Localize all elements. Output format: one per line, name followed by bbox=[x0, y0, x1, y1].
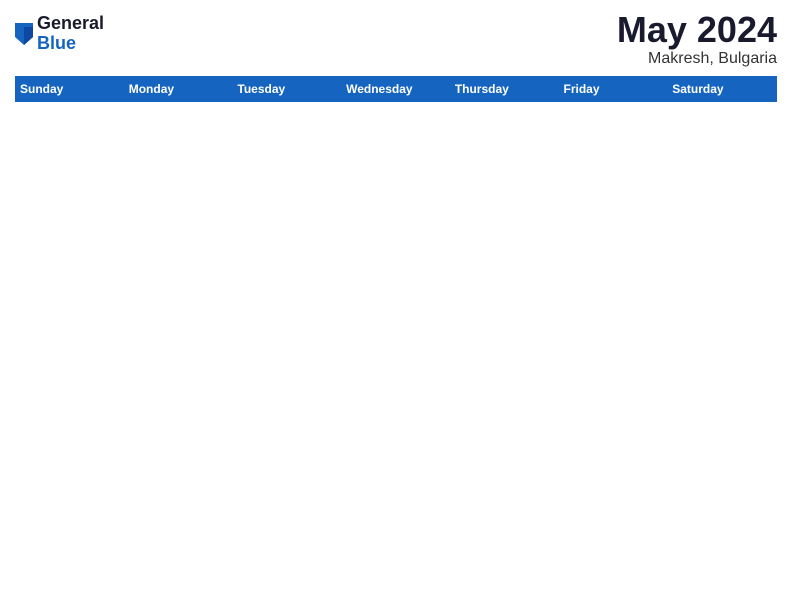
title-location: Makresh, Bulgaria bbox=[617, 50, 777, 68]
logo: General Blue bbox=[15, 14, 104, 54]
logo-general: General bbox=[37, 14, 104, 34]
title-month: May 2024 bbox=[617, 10, 777, 50]
col-saturday: Saturday bbox=[668, 76, 777, 101]
col-tuesday: Tuesday bbox=[233, 76, 342, 101]
calendar-table: Sunday Monday Tuesday Wednesday Thursday… bbox=[15, 76, 777, 602]
page: General Blue May 2024 Makresh, Bulgaria … bbox=[0, 0, 792, 612]
col-wednesday: Wednesday bbox=[342, 76, 451, 101]
header: General Blue May 2024 Makresh, Bulgaria bbox=[15, 10, 777, 68]
logo-text: General Blue bbox=[37, 14, 104, 54]
logo-blue: Blue bbox=[37, 34, 104, 54]
col-sunday: Sunday bbox=[16, 76, 125, 101]
col-thursday: Thursday bbox=[450, 76, 559, 101]
calendar-header-row: Sunday Monday Tuesday Wednesday Thursday… bbox=[16, 76, 777, 101]
title-block: May 2024 Makresh, Bulgaria bbox=[617, 10, 777, 68]
col-friday: Friday bbox=[559, 76, 668, 101]
logo-icon bbox=[15, 23, 33, 45]
col-monday: Monday bbox=[124, 76, 233, 101]
